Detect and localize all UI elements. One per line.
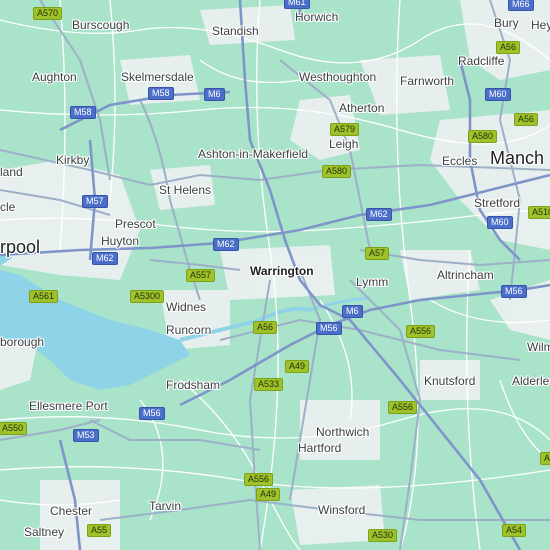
- place-label-kirkby[interactable]: Kirkby: [56, 153, 89, 167]
- road-shield-a533: A533: [254, 378, 284, 391]
- place-label-eccles[interactable]: Eccles: [442, 154, 477, 168]
- road-shield-a56e: A56: [514, 113, 539, 126]
- road-shield-m60s: M60: [487, 216, 513, 229]
- place-label-chester[interactable]: Chester: [50, 504, 92, 518]
- place-label-knutsford[interactable]: Knutsford: [424, 374, 475, 388]
- road-shield-m66: M66: [508, 0, 534, 11]
- road-shield-a561: A561: [29, 290, 59, 303]
- road-shield-a54: A54: [502, 524, 527, 537]
- place-label-stretford[interactable]: Stretford: [474, 196, 520, 210]
- road-shield-a579: A579: [330, 123, 360, 136]
- road-shield-m58: M58: [70, 106, 96, 119]
- place-label-frodsham[interactable]: Frodsham: [166, 378, 220, 392]
- place-label-leigh[interactable]: Leigh: [329, 137, 358, 151]
- place-label-cle[interactable]: cle: [0, 200, 15, 214]
- road-shield-a56n: A56: [496, 41, 521, 54]
- place-label-altrincham[interactable]: Altrincham: [437, 268, 494, 282]
- place-label-lymm[interactable]: Lymm: [356, 275, 388, 289]
- road-shield-m61: M61: [284, 0, 310, 9]
- road-shield-a580: A580: [322, 165, 352, 178]
- road-shield-a49s: A49: [256, 488, 281, 501]
- place-label-northwich[interactable]: Northwich: [316, 425, 369, 439]
- place-label-radcliffe[interactable]: Radcliffe: [458, 54, 504, 68]
- place-label-aughton[interactable]: Aughton: [32, 70, 77, 84]
- place-label-alderley[interactable]: Alderle: [512, 374, 549, 388]
- road-shield-a510: A510: [528, 206, 550, 219]
- place-label-liverpool[interactable]: rpool: [0, 237, 40, 258]
- road-shield-a580e: A580: [468, 130, 498, 143]
- road-shield-m6s: M6: [342, 305, 363, 318]
- road-shield-m56c: M56: [316, 322, 342, 335]
- place-label-borough[interactable]: borough: [0, 335, 44, 349]
- road-shield-a49n: A49: [285, 360, 310, 373]
- road-shield-a570: A570: [33, 7, 63, 20]
- road-shield-a5034: A5034: [540, 452, 550, 465]
- place-label-warrington[interactable]: Warrington: [250, 264, 314, 278]
- road-shield-a56c: A56: [253, 321, 278, 334]
- place-label-wilm[interactable]: Wilm: [527, 340, 550, 354]
- place-label-burscough[interactable]: Burscough: [72, 18, 129, 32]
- place-label-widnes[interactable]: Widnes: [166, 300, 206, 314]
- road-shield-a556n: A556: [406, 325, 436, 338]
- place-label-bury[interactable]: Bury: [494, 16, 519, 30]
- road-shield-m56w: M56: [139, 407, 165, 420]
- road-shield-a57: A57: [365, 247, 390, 260]
- place-label-winsford[interactable]: Winsford: [318, 503, 365, 517]
- road-shield-m58b: M58: [148, 87, 174, 100]
- road-shield-a556s: A556: [244, 473, 274, 486]
- place-label-sthelens[interactable]: St Helens: [159, 183, 211, 197]
- place-label-standish[interactable]: Standish: [212, 24, 259, 38]
- place-label-runcorn[interactable]: Runcorn: [166, 323, 211, 337]
- place-label-hey[interactable]: Hey: [531, 18, 550, 32]
- place-label-land[interactable]: land: [0, 165, 23, 179]
- road-shield-m53: M53: [73, 429, 99, 442]
- road-shield-m62w: M62: [92, 252, 118, 265]
- place-label-skelmersdale[interactable]: Skelmersdale: [121, 70, 194, 84]
- map-canvas[interactable]: Horwich Burscough Standish Bury Hey Radcliffe…: [0, 0, 550, 550]
- place-label-prescot[interactable]: Prescot: [115, 217, 156, 231]
- road-shield-a557: A557: [186, 269, 216, 282]
- road-shield-m62e: M62: [366, 208, 392, 221]
- place-label-ashton[interactable]: Ashton-in-Makerfield: [198, 147, 308, 161]
- place-label-ellesmere[interactable]: Ellesmere Port: [29, 399, 108, 413]
- road-shield-a5300: A5300: [130, 290, 165, 303]
- road-shield-m62c: M62: [213, 238, 239, 251]
- place-label-horwich[interactable]: Horwich: [295, 10, 338, 24]
- road-shield-a556c: A556: [388, 401, 418, 414]
- road-shield-m57: M57: [82, 195, 108, 208]
- road-shield-m60n: M60: [485, 88, 511, 101]
- place-label-hartford[interactable]: Hartford: [298, 441, 341, 455]
- road-shield-a530: A530: [368, 529, 398, 542]
- place-label-huyton[interactable]: Huyton: [101, 234, 139, 248]
- place-label-farnworth[interactable]: Farnworth: [400, 74, 454, 88]
- road-shield-a55: A55: [87, 524, 112, 537]
- road-shield-a550: A550: [0, 422, 28, 435]
- place-label-westhoughton[interactable]: Westhoughton: [299, 70, 376, 84]
- place-label-manchester[interactable]: Manch: [490, 148, 544, 169]
- road-shield-m56e: M56: [501, 285, 527, 298]
- road-shield-m6n: M6: [204, 88, 225, 101]
- place-label-atherton[interactable]: Atherton: [339, 101, 384, 115]
- place-label-saltney[interactable]: Saltney: [24, 525, 64, 539]
- place-label-tarvin[interactable]: Tarvin: [149, 499, 181, 513]
